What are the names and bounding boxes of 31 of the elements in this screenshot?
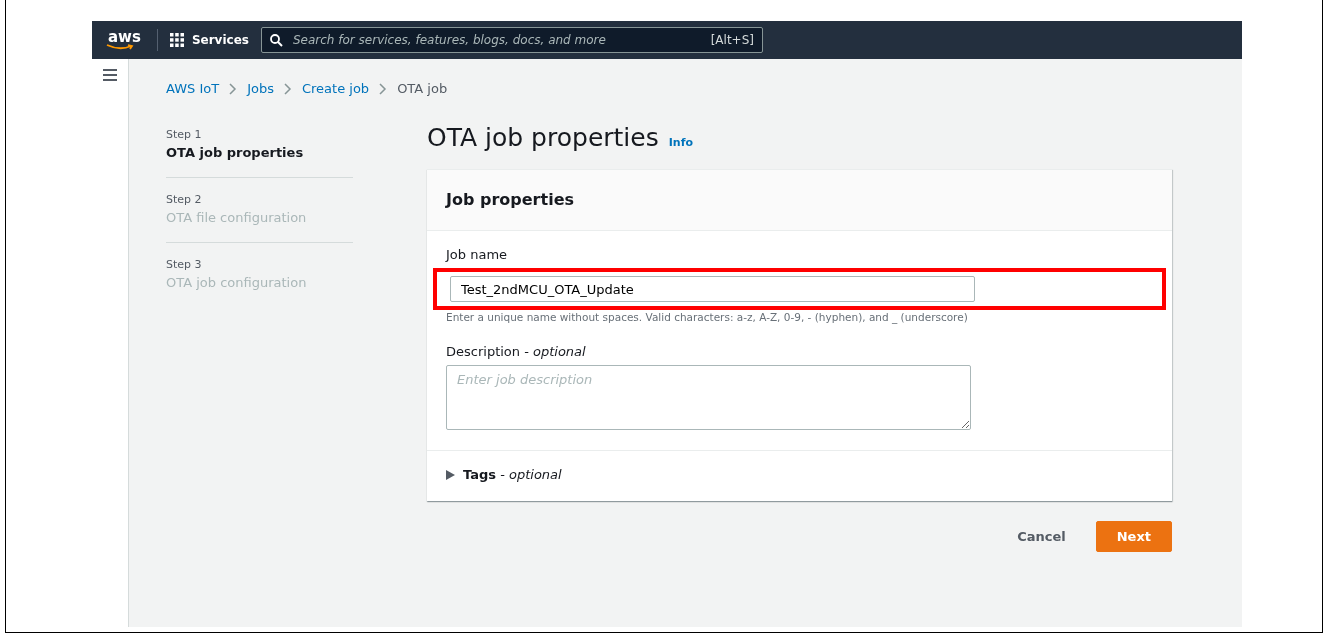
chevron-icon bbox=[379, 82, 388, 95]
job-name-field[interactable]: Test_2ndMCU_OTA_Update bbox=[450, 276, 975, 302]
field-label: Job name bbox=[446, 245, 509, 264]
step-number: Step 3 bbox=[166, 256, 203, 273]
chevron-icon bbox=[283, 82, 292, 95]
field-hint: Enter a unique name without spaces. Valid characters: a-z, A-Z, 0-9, - (hyphen), and _ (underscore) bbox=[446, 310, 969, 326]
shortcut-hint: [Alt+S] bbox=[710, 32, 754, 49]
grid-icon bbox=[169, 33, 184, 47]
step-number: Step 2 bbox=[166, 191, 203, 208]
chevron-icon bbox=[229, 82, 238, 95]
search-input[interactable]: Search for services, features, blogs, docs, and more bbox=[290, 30, 703, 50]
step-title: OTA job properties bbox=[166, 144, 305, 162]
menu-icon[interactable] bbox=[103, 69, 117, 81]
step-title: OTA job configuration bbox=[166, 274, 308, 292]
search-bar[interactable]: Search for services, features, blogs, docs, and more [Alt+S] bbox=[260, 27, 763, 53]
breadcrumb-link[interactable]: AWS IoT bbox=[166, 79, 220, 99]
field-label: Description - optional bbox=[446, 342, 587, 361]
page-title: OTA job properties bbox=[427, 122, 659, 153]
info-link[interactable]: Info bbox=[668, 134, 693, 151]
description-field[interactable]: Enter job description bbox=[446, 365, 971, 431]
step-number: Step 1 bbox=[166, 126, 203, 143]
breadcrumb-link[interactable]: Jobs bbox=[247, 79, 274, 99]
services-menu[interactable]: Services bbox=[169, 31, 249, 49]
breadcrumb-link[interactable]: Create job bbox=[301, 79, 370, 99]
card-title: Job properties bbox=[427, 169, 1172, 231]
aws-logo[interactable]: aws bbox=[104, 29, 145, 51]
search-icon bbox=[269, 33, 283, 47]
cancel-button[interactable]: Cancel bbox=[1007, 520, 1076, 553]
tags-expander[interactable]: Tags - optional bbox=[427, 450, 1172, 501]
breadcrumb-current: OTA job bbox=[397, 80, 448, 98]
step-title: OTA file configuration bbox=[166, 209, 308, 227]
